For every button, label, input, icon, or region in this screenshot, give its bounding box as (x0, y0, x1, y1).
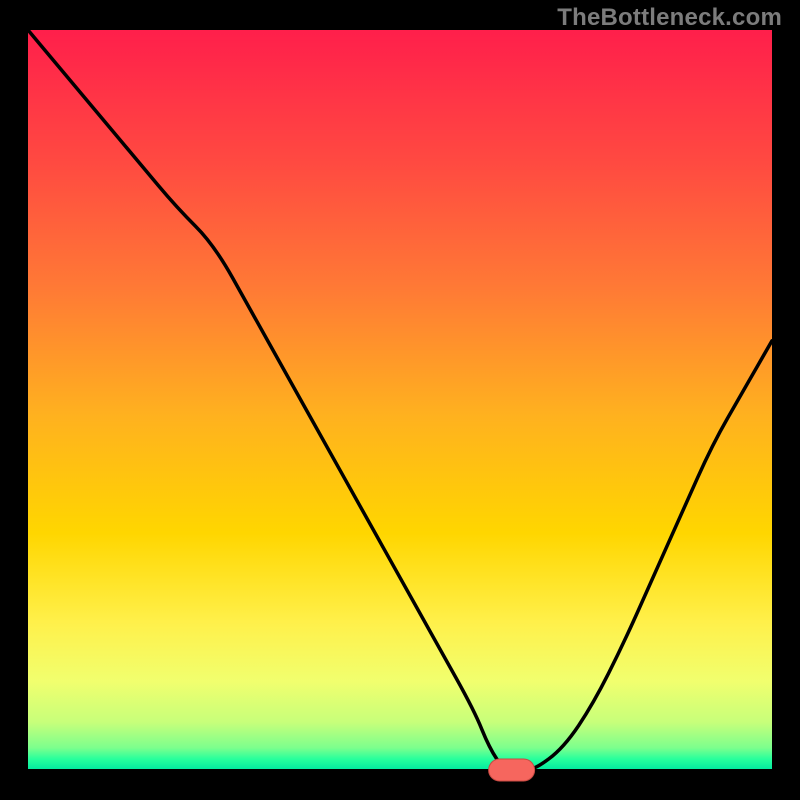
optimal-marker (489, 759, 535, 781)
chart-frame: TheBottleneck.com (0, 0, 800, 800)
watermark-text: TheBottleneck.com (557, 4, 782, 32)
plot-background (28, 30, 772, 770)
bottleneck-plot (0, 0, 800, 800)
